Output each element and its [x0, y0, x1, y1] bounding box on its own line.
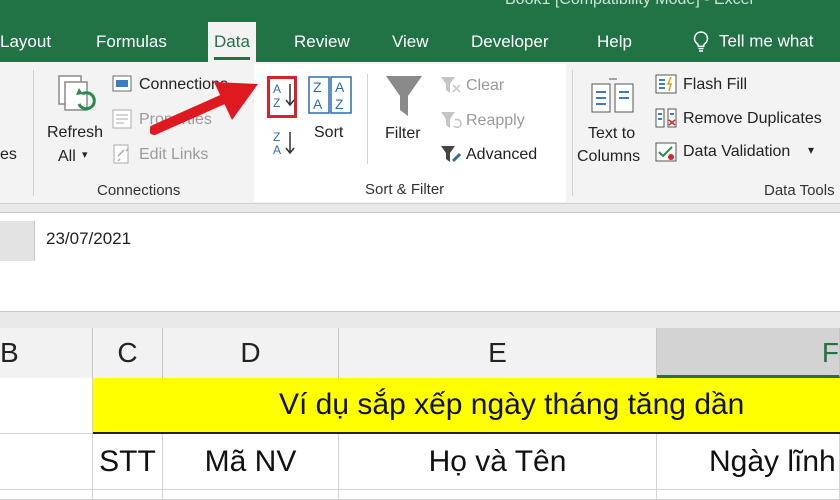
column-header-e[interactable]: E	[339, 328, 657, 378]
flash-fill-icon	[655, 74, 677, 99]
tell-me-text: Tell me what	[719, 31, 814, 51]
svg-text:A: A	[335, 79, 345, 95]
group-separator	[33, 70, 34, 196]
advanced-filter-icon	[440, 144, 462, 169]
remove-duplicates-button[interactable]: Remove Duplicates	[683, 110, 822, 128]
sort-button[interactable]: Sort	[314, 124, 343, 142]
cell-b3[interactable]	[0, 490, 93, 500]
cell-f3[interactable]	[657, 490, 840, 500]
sort-descending-button[interactable]: Z A	[272, 128, 296, 163]
reapply-button[interactable]: Reapply	[466, 112, 525, 130]
edit-links-button[interactable]: Edit Links	[139, 146, 208, 164]
column-headers: B C D E F	[0, 328, 840, 379]
tab-data[interactable]: Data	[208, 22, 256, 62]
tell-me-search[interactable]: Tell me what	[693, 31, 813, 53]
properties-icon	[112, 109, 132, 134]
sort-z-a-icon: Z A	[273, 130, 295, 157]
text-to-columns-icon[interactable]	[591, 76, 635, 121]
data-validation-icon	[655, 142, 677, 167]
ribbon-tabs: Layout Formulas Data Review View Develop…	[0, 22, 840, 62]
get-transform-partial-label: es	[0, 146, 17, 163]
chevron-down-icon[interactable]: ▾	[808, 143, 814, 157]
refresh-all-label-1: Refresh	[47, 124, 104, 141]
filter-button[interactable]: Filter	[385, 125, 421, 143]
refresh-all-label-2: All	[58, 148, 76, 165]
reapply-icon	[440, 110, 462, 135]
flash-fill-button[interactable]: Flash Fill	[683, 76, 747, 94]
column-header-c[interactable]: C	[93, 328, 163, 378]
chevron-down-icon: ▾	[82, 149, 88, 161]
sheet-title-text: Ví dụ sắp xếp ngày tháng tăng dần	[279, 388, 745, 421]
formula-bar[interactable]: 23/07/2021	[0, 212, 840, 312]
svg-text:Z: Z	[273, 130, 280, 144]
cell-b2[interactable]	[0, 434, 93, 490]
name-box-dropdown[interactable]	[0, 221, 35, 261]
clear-button[interactable]: Clear	[466, 77, 504, 95]
header-cell-ma-nv[interactable]: Mã NV	[163, 434, 339, 490]
data-validation-button[interactable]: Data Validation	[683, 143, 790, 161]
cell-b1[interactable]	[0, 378, 93, 434]
advanced-button[interactable]: Advanced	[466, 146, 537, 164]
data-tools-group-label: Data Tools	[764, 182, 835, 199]
svg-text:Z: Z	[335, 96, 344, 112]
lightbulb-icon	[693, 31, 709, 52]
tab-help[interactable]: Help	[597, 32, 632, 52]
cell-e3[interactable]	[339, 490, 657, 500]
header-cell-ngay-linh[interactable]: Ngày lĩnh	[657, 434, 840, 490]
clear-filter-icon	[440, 75, 462, 100]
text-to-columns-label-2[interactable]: Columns	[577, 148, 640, 166]
connections-icon	[112, 74, 132, 99]
svg-text:A: A	[313, 96, 323, 112]
window-title: Book1 [Compatibility Mode] - Excel	[505, 0, 753, 9]
header-cell-stt[interactable]: STT	[93, 434, 163, 490]
sort-dialog-icon[interactable]: Z A A Z	[308, 76, 352, 119]
sort-filter-group: A Z Z A Z A A Z Sort Filter Clear Reappl…	[254, 64, 566, 202]
tab-review[interactable]: Review	[294, 32, 350, 52]
tab-developer[interactable]: Developer	[471, 32, 549, 52]
svg-text:A: A	[273, 143, 281, 157]
edit-links-icon	[112, 144, 132, 169]
merged-title-cell[interactable]: Ví dụ sắp xếp ngày tháng tăng dần	[93, 378, 840, 434]
column-header-b[interactable]: B	[0, 328, 93, 378]
refresh-all-icon	[58, 75, 96, 111]
tab-page-layout[interactable]: Layout	[0, 32, 51, 52]
remove-duplicates-icon	[655, 108, 677, 133]
text-to-columns-label-1[interactable]: Text to	[588, 125, 635, 143]
title-bar: Book1 [Compatibility Mode] - Excel	[0, 0, 840, 22]
connections-group-label: Connections	[97, 182, 181, 199]
red-arrow-annotation	[150, 82, 258, 135]
cell-d3[interactable]	[163, 490, 339, 500]
filter-icon[interactable]	[384, 74, 424, 125]
group-separator-2	[572, 70, 573, 196]
column-header-f[interactable]: F	[657, 328, 840, 378]
column-header-d[interactable]: D	[163, 328, 339, 378]
sort-ascending-highlight	[267, 76, 297, 118]
tab-formulas[interactable]: Formulas	[96, 32, 167, 52]
cell-c3[interactable]	[93, 490, 163, 500]
sort-filter-group-label: Sort & Filter	[365, 181, 445, 198]
svg-text:Z: Z	[313, 79, 322, 95]
tab-view[interactable]: View	[392, 32, 429, 52]
divider	[367, 74, 368, 164]
refresh-all-button[interactable]	[55, 74, 101, 123]
header-cell-ho-va-ten[interactable]: Họ và Tên	[339, 434, 657, 490]
formula-bar-value: 23/07/2021	[46, 229, 132, 248]
